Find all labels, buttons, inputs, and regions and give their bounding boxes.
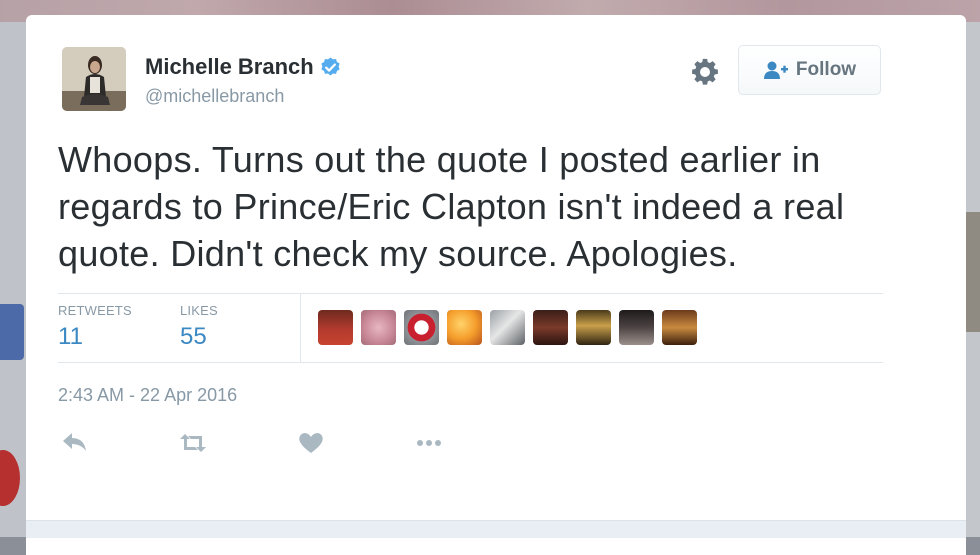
- card-footer-strip: [26, 520, 966, 538]
- liker-avatar[interactable]: [361, 310, 396, 345]
- reply-icon[interactable]: [60, 430, 90, 456]
- divider: [58, 293, 883, 294]
- liker-avatar[interactable]: [619, 310, 654, 345]
- retweets-label: RETWEETS: [58, 303, 132, 318]
- divider: [58, 362, 883, 363]
- tweet-timestamp[interactable]: 2:43 AM - 22 Apr 2016: [58, 385, 237, 406]
- author-handle[interactable]: @michellebranch: [145, 86, 284, 107]
- author-avatar[interactable]: [62, 47, 126, 111]
- liker-avatar[interactable]: [318, 310, 353, 345]
- liker-avatar[interactable]: [490, 310, 525, 345]
- likes-stat[interactable]: LIKES 55: [180, 303, 218, 351]
- more-icon[interactable]: [414, 430, 444, 456]
- liker-avatar[interactable]: [447, 310, 482, 345]
- likes-label: LIKES: [180, 303, 218, 318]
- retweet-icon[interactable]: [178, 430, 208, 456]
- stats-divider: [300, 294, 301, 362]
- liker-avatar[interactable]: [533, 310, 568, 345]
- author-name-row: Michelle Branch: [145, 54, 342, 80]
- retweets-count: 11: [58, 323, 83, 350]
- background-red-badge: [0, 450, 20, 506]
- add-user-icon: [763, 61, 788, 79]
- liker-avatar[interactable]: [404, 310, 439, 345]
- likes-count: 55: [180, 323, 207, 350]
- follow-button-label: Follow: [795, 59, 857, 80]
- like-icon[interactable]: [296, 430, 326, 456]
- background-thumbnail: [966, 212, 980, 332]
- verified-badge-icon: [321, 56, 340, 75]
- background-blue-tab: [0, 304, 24, 360]
- retweets-stat[interactable]: RETWEETS 11: [58, 303, 132, 351]
- liker-avatar[interactable]: [662, 310, 697, 345]
- liker-avatar[interactable]: [576, 310, 611, 345]
- liker-avatars: [318, 310, 705, 345]
- background-right-column: [966, 22, 980, 537]
- tweet-text: Whoops. Turns out the quote I posted ear…: [58, 139, 845, 274]
- author-name[interactable]: Michelle Branch: [145, 54, 314, 80]
- background-left-column: [0, 22, 26, 537]
- follow-button[interactable]: Follow: [738, 45, 881, 95]
- gear-icon[interactable]: [690, 57, 720, 87]
